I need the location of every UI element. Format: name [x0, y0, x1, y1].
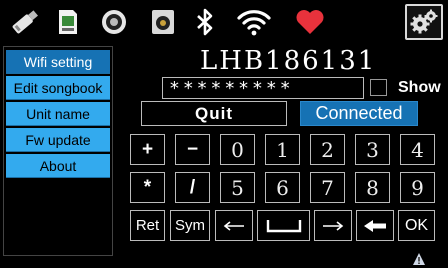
space-icon [266, 219, 301, 232]
usb-stick-icon[interactable] [8, 6, 42, 38]
key-label: + [141, 138, 154, 160]
arrow-right-icon [323, 220, 344, 231]
speaker-icon[interactable] [98, 6, 130, 38]
key-label: 4 [411, 137, 424, 162]
key-backspace[interactable] [356, 210, 394, 241]
password-value: ********* [169, 77, 294, 99]
key-cursor-right[interactable] [314, 210, 352, 241]
connection-status[interactable]: Connected [300, 101, 418, 126]
key-5[interactable]: 5 [220, 172, 255, 203]
key-return[interactable]: Ret [130, 210, 165, 241]
key-label: OK [404, 216, 429, 234]
key-label: 5 [231, 175, 244, 200]
show-password-checkbox[interactable] [370, 79, 387, 96]
key-8[interactable]: 8 [355, 172, 390, 203]
key-label: 7 [321, 175, 334, 200]
key-7[interactable]: 7 [310, 172, 345, 203]
sidebar-item-label: Unit name [26, 105, 90, 122]
sidebar-item-about[interactable]: About [6, 154, 110, 178]
key-cursor-left[interactable] [215, 210, 253, 241]
key-symbols[interactable]: Sym [170, 210, 210, 241]
wifi-icon[interactable] [234, 6, 274, 38]
sidebar-item-wifi-setting[interactable]: Wifi setting [6, 50, 110, 74]
arrow-left-icon [223, 220, 244, 231]
key-4[interactable]: 4 [400, 134, 435, 165]
sidebar-item-label: About [39, 157, 77, 174]
sidebar-item-label: Fw update [25, 131, 91, 148]
password-field[interactable]: ********* [162, 77, 364, 99]
sidebar-item-label: Wifi setting [23, 53, 93, 70]
key-label: / [189, 176, 196, 198]
key-label: 3 [366, 137, 379, 162]
key-label: Ret [135, 217, 160, 234]
key-0[interactable]: 0 [220, 134, 255, 165]
key-label: 6 [276, 175, 289, 200]
key-label: 9 [411, 175, 424, 200]
key-label: 0 [231, 137, 244, 162]
quit-label: Quit [195, 103, 233, 123]
key-2[interactable]: 2 [310, 134, 345, 165]
settings-button[interactable] [405, 4, 443, 40]
warning-icon [413, 253, 425, 265]
key-label: 2 [321, 137, 334, 162]
key-label: − [186, 138, 199, 160]
sidebar-item-label: Edit songbook [13, 79, 103, 96]
backspace-arrow-icon [364, 219, 386, 232]
settings-gears-icon [410, 9, 438, 34]
key-6[interactable]: 6 [265, 172, 300, 203]
sidebar-item-unit-name[interactable]: Unit name [6, 102, 110, 126]
key-space[interactable] [257, 210, 310, 241]
key-label: 1 [276, 137, 289, 162]
status-bar [0, 0, 448, 43]
key-9[interactable]: 9 [400, 172, 435, 203]
settings-sidebar: Wifi setting Edit songbook Unit name Fw … [3, 46, 113, 256]
heart-icon[interactable] [294, 6, 326, 38]
key-asterisk[interactable]: * [130, 172, 165, 203]
show-password-label: Show [398, 79, 441, 96]
connection-status-label: Connected [315, 103, 403, 123]
device-name: LHB186131 [200, 46, 377, 76]
speaker-box-icon[interactable] [149, 6, 177, 38]
key-1[interactable]: 1 [265, 134, 300, 165]
bluetooth-icon[interactable] [192, 6, 218, 38]
bottom-bar [0, 253, 448, 268]
sidebar-item-edit-songbook[interactable]: Edit songbook [6, 76, 110, 100]
key-minus[interactable]: − [175, 134, 210, 165]
sd-card-icon[interactable] [55, 6, 81, 38]
sidebar-item-fw-update[interactable]: Fw update [6, 128, 110, 152]
key-slash[interactable]: / [175, 172, 210, 203]
key-3[interactable]: 3 [355, 134, 390, 165]
key-plus[interactable]: + [130, 134, 165, 165]
key-label: * [143, 176, 152, 198]
key-label: 8 [366, 175, 379, 200]
key-label: Sym [175, 217, 205, 234]
key-ok[interactable]: OK [398, 210, 435, 241]
quit-button[interactable]: Quit [141, 101, 287, 126]
